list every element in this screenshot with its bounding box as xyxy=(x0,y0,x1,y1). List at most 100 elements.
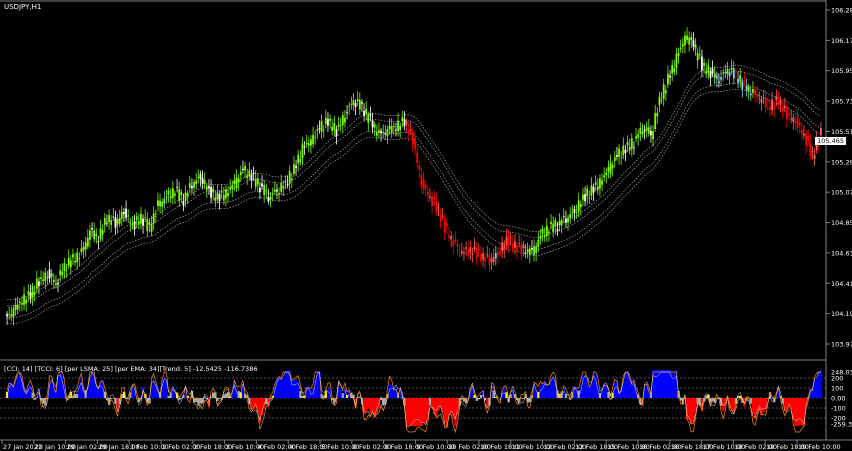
candle-body xyxy=(10,314,13,317)
candle-body xyxy=(520,244,523,255)
candle-body xyxy=(101,230,104,235)
indicator-bar xyxy=(645,384,648,398)
candle-body xyxy=(267,197,270,202)
band-line xyxy=(7,88,821,325)
price-tick-label: 105.070 xyxy=(831,189,852,197)
candle-body xyxy=(477,248,480,250)
candle-body xyxy=(743,79,746,81)
candle-body xyxy=(273,189,276,192)
candle-body xyxy=(161,201,164,207)
candle-body xyxy=(305,142,308,145)
indicator-bar xyxy=(301,395,304,398)
candle-body xyxy=(33,292,36,296)
candle-body xyxy=(633,147,635,149)
candle-body xyxy=(16,304,19,310)
candle-body xyxy=(524,252,527,255)
indicator-bar xyxy=(316,371,319,398)
indicator-bar xyxy=(367,398,370,409)
candle-body xyxy=(720,77,722,80)
candle-body xyxy=(280,182,283,192)
candle-body xyxy=(724,72,727,74)
candle-body xyxy=(545,225,548,237)
candle-body xyxy=(171,188,174,198)
candle-body xyxy=(312,134,314,145)
candle-body xyxy=(505,237,508,246)
candle-body xyxy=(528,248,531,256)
candle-body xyxy=(369,114,372,116)
candle-body xyxy=(820,128,822,136)
candle-body xyxy=(707,65,710,73)
indicator-bar xyxy=(409,398,413,426)
candle-body xyxy=(339,124,342,126)
candle-body xyxy=(125,208,127,218)
indicator-bar xyxy=(584,374,587,398)
price-tick-label: 106.280 xyxy=(831,7,852,15)
candle-body xyxy=(106,222,108,224)
candle-body xyxy=(135,216,138,220)
candle-body xyxy=(626,142,629,146)
candle-body xyxy=(647,127,650,134)
candle-body xyxy=(747,86,750,92)
candle-body xyxy=(811,151,814,152)
indicator-bar xyxy=(76,393,79,398)
candle-body xyxy=(254,178,257,187)
chart-window[interactable]: USDJPY,H1 106.280106.170105.950105.73010… xyxy=(0,0,852,451)
candle-body xyxy=(95,234,98,237)
candle-body xyxy=(669,75,671,78)
candle-body xyxy=(293,164,295,174)
indicator-bar xyxy=(815,379,818,398)
indicator-bar xyxy=(662,370,665,398)
candle-body xyxy=(210,187,212,198)
candle-body xyxy=(367,114,370,124)
indicator-bar xyxy=(624,373,627,398)
candle-body xyxy=(116,218,119,225)
candle-body xyxy=(27,291,30,295)
candle-body xyxy=(429,196,431,198)
price-tick-label: 104.410 xyxy=(831,280,852,288)
candle-body xyxy=(50,273,53,277)
candle-body xyxy=(93,230,96,240)
indicator-bar xyxy=(656,370,659,398)
indicator-tick-label: -259.3852 xyxy=(831,421,852,429)
indicator-bar xyxy=(418,398,421,426)
candle-body xyxy=(271,193,274,195)
candle-body xyxy=(269,196,272,200)
candle-body xyxy=(728,72,731,77)
candle-body xyxy=(575,212,578,213)
indicator-bar xyxy=(178,398,181,401)
candle-body xyxy=(794,120,797,124)
candle-body xyxy=(91,228,93,230)
indicator-title: [CCI: 14] [TCCI: 6] [per LSMA: 25] [per … xyxy=(4,365,258,373)
candle-body xyxy=(760,99,763,103)
candle-body xyxy=(201,177,204,184)
price-tick-label: 104.190 xyxy=(831,310,852,318)
indicator-bar xyxy=(783,398,787,411)
candle-body xyxy=(452,240,455,247)
candle-body xyxy=(783,105,786,108)
candle-body xyxy=(203,180,206,185)
candle-body xyxy=(562,215,565,218)
candle-body xyxy=(586,188,589,197)
candle-body xyxy=(781,107,784,112)
indicator-bar xyxy=(613,383,617,398)
candle-body xyxy=(40,277,42,279)
indicator-bar xyxy=(796,398,799,426)
candle-body xyxy=(12,308,15,317)
candle-body xyxy=(684,35,686,46)
candle-body xyxy=(140,213,142,224)
candle-body xyxy=(582,194,584,200)
indicator-bar xyxy=(448,398,451,416)
indicator-bar xyxy=(562,388,566,398)
candle-body xyxy=(297,154,300,164)
candle-body xyxy=(741,80,744,90)
indicator-bar xyxy=(547,387,551,398)
price-chart-canvas[interactable]: 106.280 106.170 105.950 105.730 105.510 105.2… xyxy=(0,0,852,451)
indicator-bar xyxy=(167,395,170,398)
candle-body xyxy=(395,129,397,131)
candle-body xyxy=(222,194,225,201)
candle-body xyxy=(6,313,8,317)
candle-body xyxy=(516,246,518,252)
indicator-bar xyxy=(95,386,98,398)
candle-body xyxy=(616,155,618,157)
indicator-bar xyxy=(295,379,298,398)
